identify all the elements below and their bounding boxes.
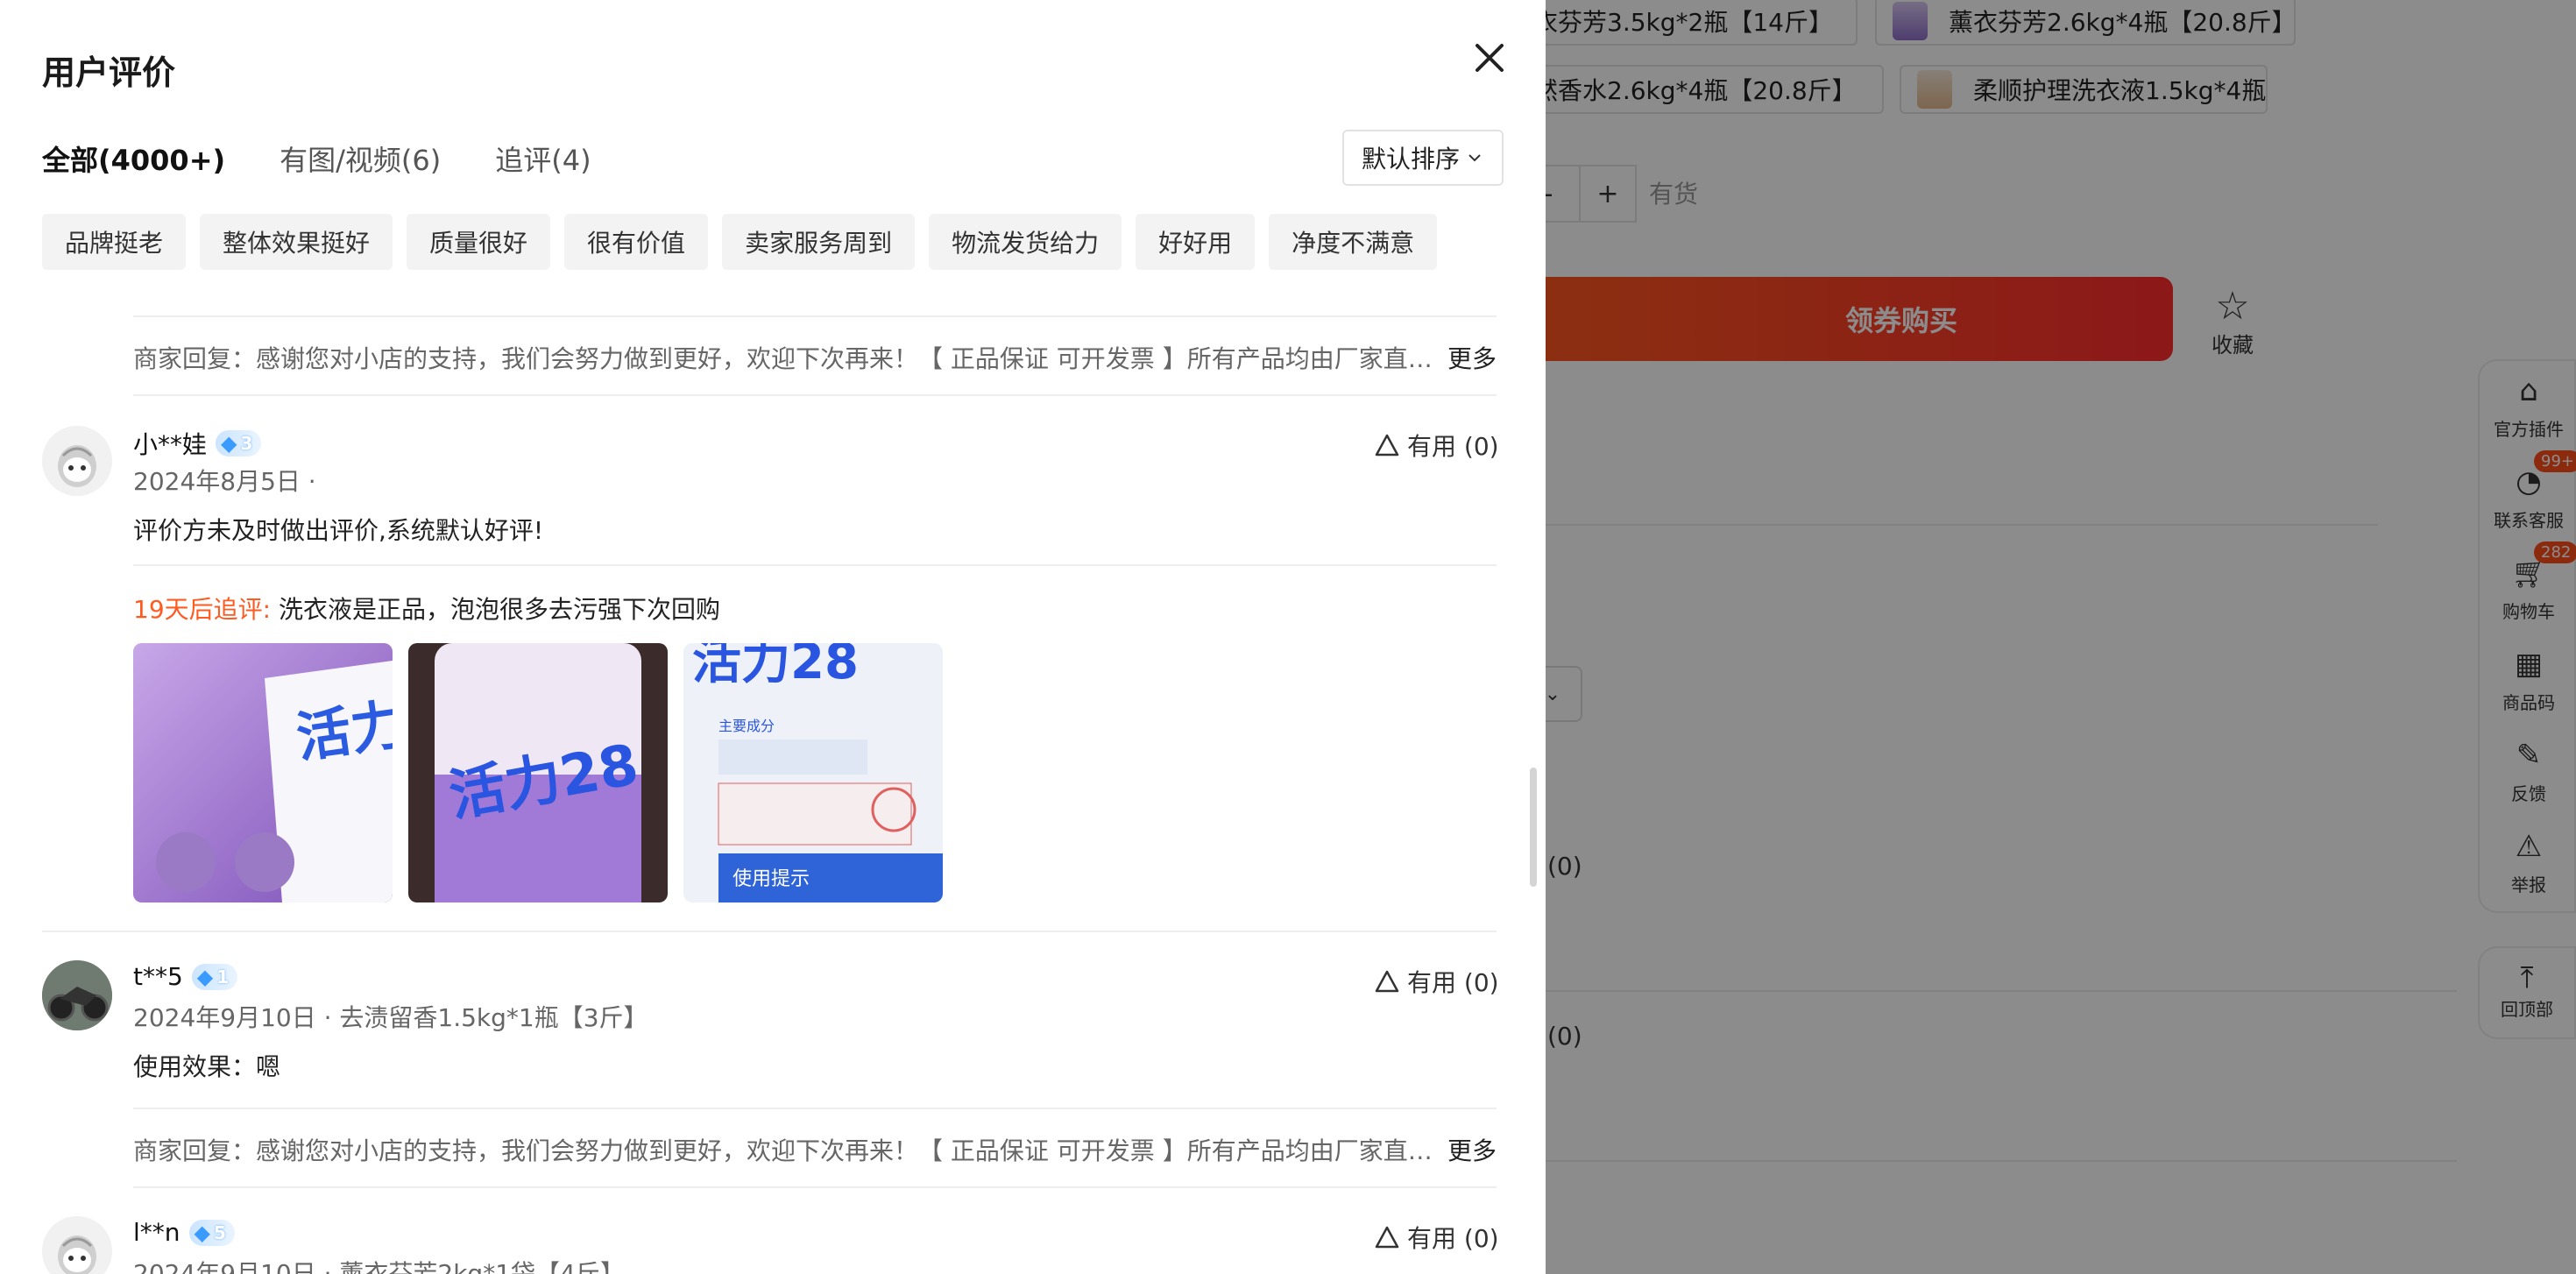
review-tag[interactable]: 物流发货给力 [929,214,1122,270]
scrollbar-thumb[interactable] [1530,768,1537,887]
review-tabs: 全部(4000+) 有图/视频(6) 追评(4) [42,138,591,179]
review-photo[interactable]: 活力28 [408,643,668,902]
diamond-icon: ◆ [196,964,214,989]
review-tag[interactable]: 整体效果挺好 [200,214,393,270]
review-photo[interactable]: 活力 [133,643,393,902]
member-level-badge: ◆ 5 [188,1219,235,1246]
review-content: 评价方未及时做出评价,系统默认好评! [133,516,544,545]
review-date: 2024年9月10日 · 去渍留香1.5kg*1瓶【3斤】 [133,1003,648,1032]
review-tag[interactable]: 很有价值 [564,214,709,270]
diamond-icon: ◆ [194,1220,210,1245]
review-tag[interactable]: 好好用 [1136,214,1256,270]
tab-with-media[interactable]: 有图/视频(6) [280,138,441,179]
review-tag[interactable]: 质量很好 [407,214,551,270]
thumb-up-icon [1375,434,1399,457]
review-photo[interactable]: 活力28 主要成分 使用提示 [683,643,943,902]
merchant-reply: 商家回复：感谢您对小店的支持，我们会努力做到更好，欢迎下次再来！【 正品保证 可… [133,1132,1497,1167]
review-tag[interactable]: 卖家服务周到 [722,214,916,270]
chevron-down-icon [1468,154,1481,162]
review-tag-list: 品牌挺老 整体效果挺好 质量很好 很有价值 卖家服务周到 物流发货给力 好好用 … [42,214,1438,270]
svg-text:活力28: 活力28 [692,643,859,690]
avatar-icon [42,1216,112,1274]
close-icon[interactable] [1468,37,1511,79]
avatar-icon [42,960,112,1030]
useful-button[interactable]: 有用 (0) [1374,1220,1499,1255]
review-tag[interactable]: 净度不满意 [1269,214,1438,270]
avatar[interactable] [42,1216,112,1274]
svg-text:主要成分: 主要成分 [718,718,775,734]
drawer-title: 用户评价 [42,53,176,92]
review-username: 小**娃 ◆ 3 [133,426,262,461]
avatar-icon [42,426,112,496]
avatar[interactable] [42,960,112,1030]
merchant-reply: 商家回复：感谢您对小店的支持，我们会努力做到更好，欢迎下次再来！【 正品保证 可… [133,340,1497,375]
review-content: 使用效果：嗯 [133,1052,281,1081]
review-drawer: 用户评价 全部(4000+) 有图/视频(6) 追评(4) 默认排序 品牌挺老 … [0,0,1546,1274]
sort-dropdown[interactable]: 默认排序 [1342,130,1504,186]
review-username: t**5 ◆ 1 [133,962,238,991]
thumb-up-icon [1375,970,1399,993]
useful-button[interactable]: 有用 (0) [1374,428,1499,463]
useful-button[interactable]: 有用 (0) [1374,964,1499,999]
review-tag[interactable]: 品牌挺老 [42,214,187,270]
more-link[interactable]: 更多 [1447,1132,1497,1167]
review-date: 2024年9月10日 · 薰衣芬芳2kg*1袋【4斤】 [133,1259,625,1274]
review-username: l**n ◆ 5 [133,1218,235,1247]
tab-follow-up[interactable]: 追评(4) [495,138,591,179]
tab-all[interactable]: 全部(4000+) [42,138,225,179]
member-level-badge: ◆ 3 [216,430,262,457]
review-date: 2024年8月5日 · [133,467,316,496]
avatar[interactable] [42,426,112,496]
more-link[interactable]: 更多 [1447,340,1497,375]
diamond-icon: ◆ [221,431,237,456]
thumb-up-icon [1375,1226,1399,1249]
follow-up-review: 19天后追评: 洗衣液是正品，泡泡很多去污强下次回购 [133,595,720,624]
svg-text:使用提示: 使用提示 [732,868,810,890]
member-level-badge: ◆ 1 [191,963,238,990]
